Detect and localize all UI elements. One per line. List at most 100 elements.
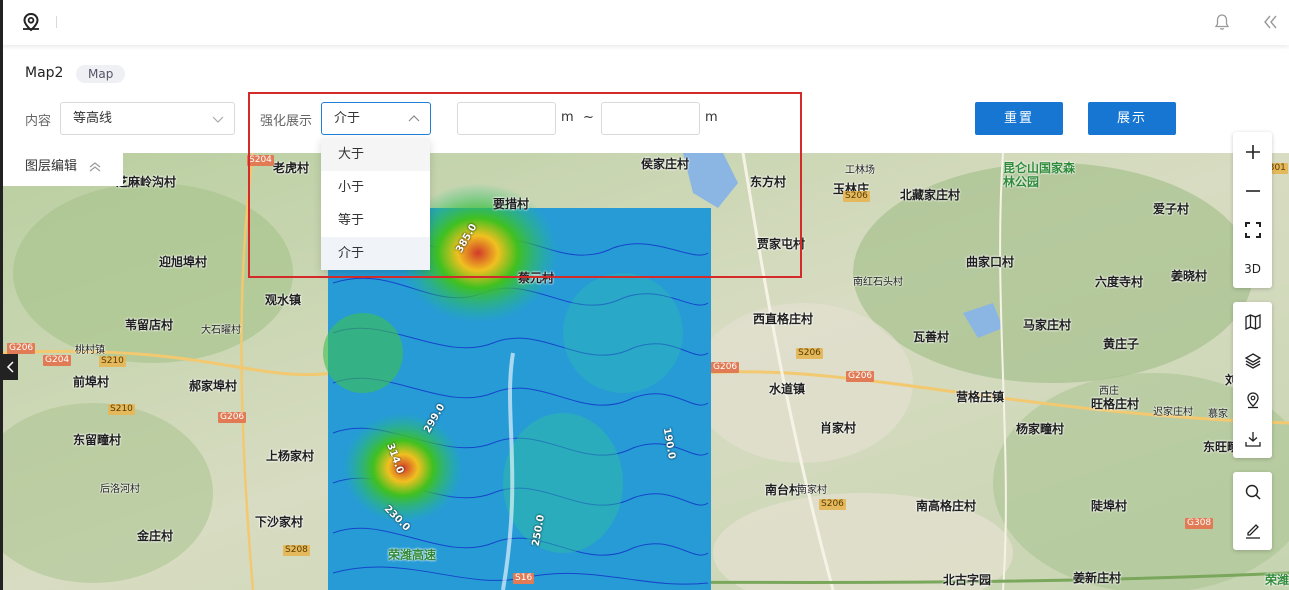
map-label: 旺格庄村 [1091, 397, 1140, 411]
map-label: 南红石头村 [853, 277, 903, 288]
pencil-icon [1245, 523, 1260, 539]
road-badge: S210 [99, 356, 126, 367]
chevron-down-icon [212, 116, 224, 123]
basemap-button[interactable] [1233, 302, 1272, 341]
search-button[interactable] [1233, 472, 1272, 511]
page-title: Map2 [25, 65, 64, 81]
map-label: 北藏家庄村 [900, 188, 961, 202]
road-badge: G204 [43, 355, 72, 366]
map-label: 迟家庄村 [1153, 407, 1193, 418]
minus-icon [1245, 189, 1260, 192]
range-separator: ~ [583, 110, 594, 125]
content-select-value: 等高线 [73, 111, 113, 126]
emphasis-select[interactable]: 介于 [321, 102, 431, 135]
layers-button[interactable] [1233, 341, 1272, 380]
map-label: 东留疃村 [73, 433, 122, 447]
map-label: 曲家口村 [966, 255, 1015, 269]
map-tool-controls [1233, 472, 1272, 550]
map-pin-logo-icon[interactable] [21, 12, 41, 32]
layer-edit-label: 图层编辑 [25, 159, 78, 174]
fullscreen-icon [1244, 221, 1261, 238]
map-icon [1244, 313, 1261, 330]
bell-icon[interactable] [1213, 13, 1231, 31]
emphasis-dropdown: 大于 小于 等于 介于 [321, 138, 430, 270]
road-badge: S206 [796, 348, 823, 359]
option-between[interactable]: 介于 [321, 237, 430, 270]
range-max-input[interactable] [601, 102, 700, 135]
location-pin-icon [1246, 391, 1259, 408]
map-label: 下沙家村 [255, 515, 304, 529]
road-badge: G308 [1185, 518, 1214, 529]
road-badge: G206 [846, 371, 875, 382]
range-max-unit: m [705, 110, 718, 125]
map-label: 前埠村 [73, 375, 110, 389]
map-background [3, 153, 1289, 590]
map-label: 老虎村 [273, 161, 310, 175]
option-greater-than[interactable]: 大于 [321, 138, 430, 171]
map-label: 杨家疃村 [1016, 422, 1065, 436]
map-zoom-controls: 3D [1233, 132, 1272, 288]
map-label: 水道镇 [769, 382, 806, 396]
map-label: 贾家屯村 [757, 237, 806, 251]
fullscreen-button[interactable] [1233, 210, 1272, 249]
map-label: 观水镇 [265, 293, 302, 307]
zoom-out-button[interactable] [1233, 171, 1272, 210]
map-label: 蔡元村 [518, 271, 555, 285]
map-label: 西庄 [1099, 386, 1119, 397]
map-label: 郝家埠村 [189, 379, 238, 393]
reset-button[interactable]: 重置 [975, 102, 1063, 135]
map-label: 姜晓村 [1171, 269, 1208, 283]
content-label: 内容 [25, 114, 52, 129]
option-equal[interactable]: 等于 [321, 204, 430, 237]
road-badge: S206 [843, 191, 870, 202]
map-label: 瓦善村 [913, 330, 950, 344]
map-label: 姜新庄村 [1073, 571, 1122, 585]
map-label: 大石曜村 [201, 325, 241, 336]
map-label: 马家庄村 [1023, 318, 1072, 332]
range-min-input[interactable] [457, 102, 556, 135]
map-label: 营格庄镇 [956, 390, 1005, 404]
layer-edit-toggle[interactable]: 图层编辑 [3, 150, 123, 186]
road-badge: S206 [819, 499, 846, 510]
top-bar [0, 0, 1289, 45]
map-label: 南家村 [797, 485, 827, 496]
3d-button[interactable]: 3D [1233, 249, 1272, 288]
map-label: 要措村 [493, 197, 530, 211]
map-label: 桃村镇 [75, 345, 105, 356]
chevron-up-icon [408, 115, 420, 122]
layers-icon [1244, 352, 1261, 369]
map-label: 陡埠村 [1091, 499, 1128, 513]
road-badge: S16 [513, 573, 535, 584]
expand-side-panel-button[interactable] [3, 354, 18, 380]
map-label: 南台村 [765, 483, 802, 497]
map-label: 慕家 [1208, 409, 1228, 420]
content-select[interactable]: 等高线 [60, 102, 235, 135]
3d-label: 3D [1244, 261, 1261, 276]
road-badge: S210 [108, 404, 135, 415]
road-badge: S204 [247, 155, 274, 166]
map-label: 侯家庄村 [641, 157, 690, 171]
map-label: 黄庄子 [1103, 337, 1140, 351]
map-canvas[interactable]: 芝麻岭沟村 老虎村 侯家庄村 要措村 东方村 玉林庄 北藏家庄村 昆仑山国家森林… [3, 153, 1289, 590]
emphasis-label: 强化展示 [260, 114, 313, 129]
map-label: 迎旭埠村 [159, 255, 208, 269]
location-button[interactable] [1233, 380, 1272, 419]
map-label-park: 昆仑山国家森林公园 [1003, 161, 1076, 189]
double-chevron-left-icon[interactable] [1261, 13, 1279, 31]
download-button[interactable] [1233, 419, 1272, 458]
draw-button[interactable] [1233, 511, 1272, 550]
map-label: 芝麻岭沟村 [116, 175, 177, 189]
map-label: 西直格庄村 [753, 312, 814, 326]
road-badge: G206 [711, 362, 740, 373]
map-label: 上杨家村 [266, 449, 315, 463]
double-chevron-up-icon [89, 162, 101, 172]
zoom-in-button[interactable] [1233, 132, 1272, 171]
map-label: 肖家村 [820, 421, 857, 435]
map-label: 六度寺村 [1095, 275, 1144, 289]
show-button[interactable]: 展示 [1088, 102, 1176, 135]
plus-icon [1245, 144, 1260, 159]
option-less-than[interactable]: 小于 [321, 171, 430, 204]
road-badge: S208 [283, 545, 310, 556]
map-label: 爱子村 [1153, 202, 1190, 216]
map-label: 东方村 [750, 175, 787, 189]
